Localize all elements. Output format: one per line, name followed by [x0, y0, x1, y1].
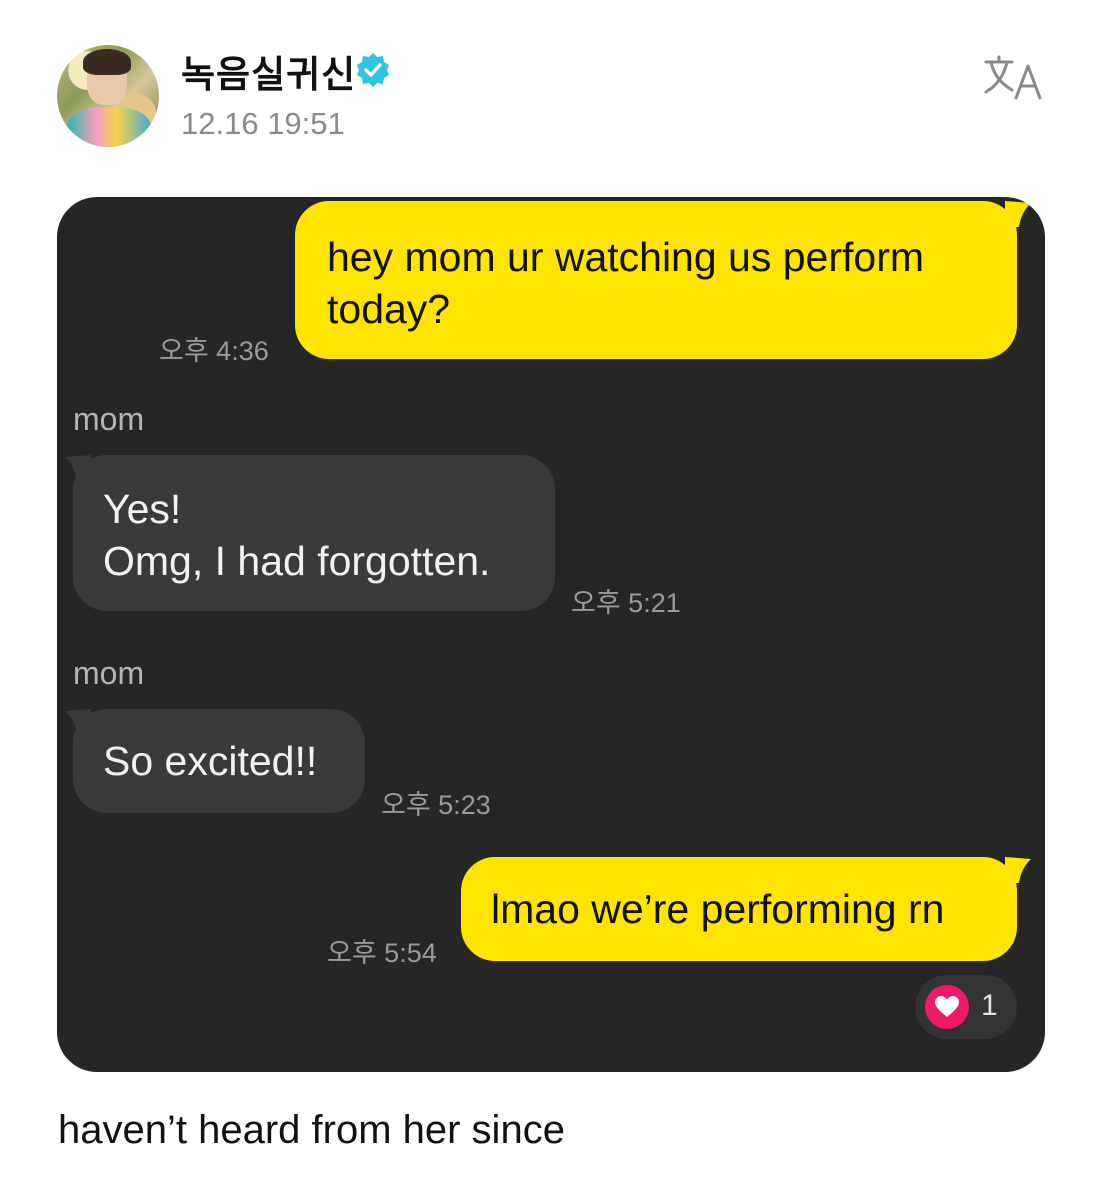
- message-bubble-outgoing: hey mom ur watching us perform today?: [295, 201, 1017, 359]
- message-time: 오후 4:36: [159, 336, 269, 366]
- message-time: 오후 5:54: [327, 938, 437, 968]
- message-line: Omg, I had forgotten.: [103, 538, 491, 584]
- translate-icon[interactable]: [982, 54, 1046, 102]
- sender-name: mom: [73, 401, 145, 437]
- message-time: 오후 5:23: [381, 790, 491, 820]
- post-caption: haven’t heard from her since: [58, 1108, 565, 1152]
- username[interactable]: 녹음실귀신: [181, 44, 356, 98]
- post-timestamp: 12.16 19:51: [181, 106, 345, 141]
- message-time: 오후 5:21: [571, 588, 681, 618]
- reaction-badge[interactable]: 1: [915, 975, 1017, 1039]
- message-line: hey mom ur watching us perform: [327, 234, 925, 280]
- bubble-tail: [1005, 201, 1031, 227]
- post: 녹음실귀신 12.16 19:51 hey mom ur watching us…: [0, 0, 1100, 1200]
- avatar[interactable]: [57, 45, 159, 147]
- message-line: So excited!!: [103, 738, 318, 784]
- reaction-count: 1: [981, 989, 998, 1022]
- message-bubble-incoming: So excited!!: [73, 709, 365, 813]
- message-line: today?: [327, 286, 451, 332]
- message-line: Yes!: [103, 486, 182, 532]
- chat-screenshot: hey mom ur watching us perform today? 오후…: [57, 197, 1045, 1072]
- message-line: lmao we’re performing rn: [491, 886, 945, 932]
- sender-name: mom: [73, 655, 145, 691]
- heart-icon: [925, 985, 969, 1029]
- message-bubble-outgoing: lmao we’re performing rn: [461, 857, 1017, 961]
- bubble-tail: [1005, 857, 1031, 883]
- message-bubble-incoming: Yes! Omg, I had forgotten.: [73, 455, 555, 611]
- verified-badge-icon: [357, 53, 389, 87]
